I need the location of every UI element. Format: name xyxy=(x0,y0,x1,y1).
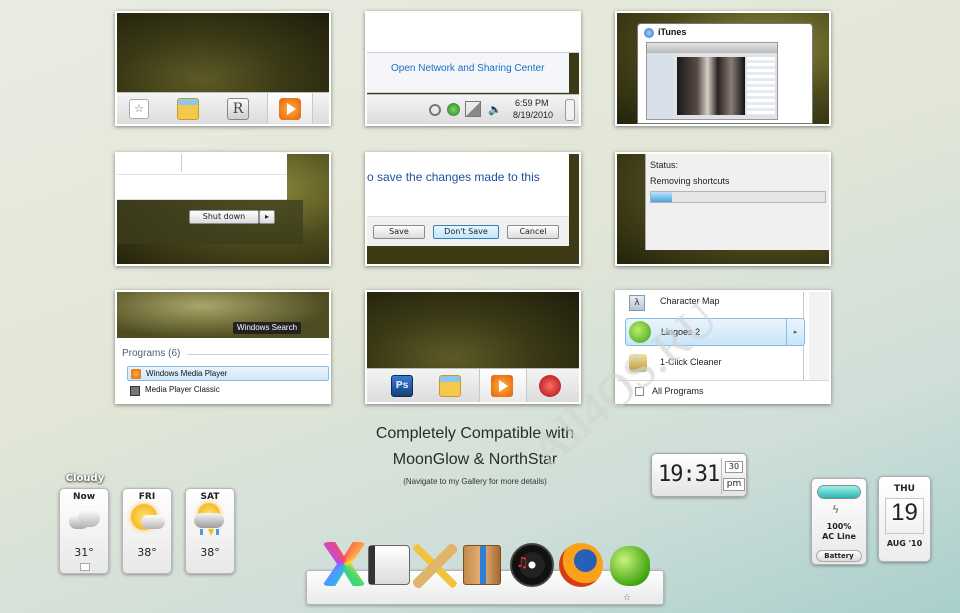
weather-card-sat[interactable]: SAT 38° xyxy=(185,488,235,574)
pencil-ruler-icon[interactable] xyxy=(413,544,457,588)
weather-temp: 38° xyxy=(200,546,220,559)
r-app-icon[interactable]: R xyxy=(227,98,249,120)
dock-star-icon[interactable]: ☆ xyxy=(623,593,631,603)
clock-ampm: pm xyxy=(723,478,745,491)
progress-bar xyxy=(650,191,826,203)
network-sharing-link[interactable]: Open Network and Sharing Center xyxy=(391,63,544,74)
battery-percent: 100% xyxy=(826,522,852,531)
clock-gadget[interactable]: 19:31 30 pm xyxy=(651,453,747,497)
photoshop-icon[interactable]: Ps xyxy=(391,375,413,397)
itunes-preview[interactable] xyxy=(646,42,778,120)
windows-search-label: Windows Search xyxy=(233,322,302,334)
action-center-icon[interactable] xyxy=(429,104,441,116)
weather-card-now[interactable]: Now 31° xyxy=(59,488,109,574)
weather-card-fri[interactable]: FRI 38° xyxy=(122,488,172,574)
thumbnail-shutdown[interactable]: Shut down ▸ xyxy=(115,152,331,266)
package-icon[interactable] xyxy=(463,545,501,585)
clock-time: 19:31 xyxy=(658,462,720,487)
volume-icon[interactable]: 🔈 xyxy=(488,103,502,116)
notebook-icon[interactable] xyxy=(368,545,410,585)
star-icon[interactable]: ☆ xyxy=(129,99,149,119)
thumbnail-start-search[interactable]: Windows Search Programs (6) Windows Medi… xyxy=(115,290,331,404)
thumbnail-itunes[interactable]: iTunes xyxy=(615,11,831,126)
clock-seconds: 30 xyxy=(725,461,743,473)
save-button[interactable]: Save xyxy=(373,225,425,239)
firefox-icon[interactable] xyxy=(559,543,603,587)
thumbnail-save-dialog[interactable]: o save the changes made to this Save Don… xyxy=(365,152,581,266)
weather-day: Now xyxy=(72,492,96,502)
swirl-app-icon[interactable] xyxy=(539,375,561,397)
tray-time[interactable]: 6:59 PM xyxy=(515,98,549,108)
menu-item-character-map[interactable]: λ Character Map xyxy=(625,294,795,312)
jumplist-arrow[interactable]: ▸ xyxy=(786,319,804,345)
weather-temp: 38° xyxy=(137,546,157,559)
status-label: Status: xyxy=(650,160,679,170)
thumbnail-uninstall-progress[interactable]: Status: Removing shortcuts xyxy=(615,152,831,266)
music-disc-icon[interactable]: ♫ xyxy=(510,543,554,587)
shutdown-options-arrow[interactable]: ▸ xyxy=(259,210,275,224)
cloud-icon xyxy=(69,509,101,531)
tray-date[interactable]: 8/19/2010 xyxy=(513,110,553,120)
battery-source: AC Line xyxy=(822,532,856,541)
calendar-gadget[interactable]: THU 19 AUG '10 xyxy=(878,476,931,562)
lightning-icon: ϟ xyxy=(832,503,840,516)
itunes-icon xyxy=(644,28,654,38)
caption-line-3: (Navigate to my Gallery for more details… xyxy=(403,477,547,486)
thumbnail-network-tray[interactable]: Open Network and Sharing Center 🔈 6:59 P… xyxy=(365,11,581,126)
explorer-folder-icon[interactable] xyxy=(439,375,461,397)
cancel-button[interactable]: Cancel xyxy=(507,225,559,239)
battery-meter xyxy=(817,485,861,499)
itunes-window-title: iTunes xyxy=(658,27,687,37)
progress-fill xyxy=(651,192,672,202)
thumbnail-taskbar[interactable]: ☆ R xyxy=(115,11,331,126)
shutdown-button[interactable]: Shut down xyxy=(189,210,259,224)
weather-temp: 31° xyxy=(74,546,94,559)
album-art xyxy=(677,57,745,115)
status-text: Removing shortcuts xyxy=(650,176,730,186)
battery-gadget[interactable]: ϟ 100% AC Line Battery xyxy=(811,478,867,565)
character-map-icon: λ xyxy=(629,295,645,311)
wmp-icon xyxy=(131,369,141,379)
signal-icon[interactable] xyxy=(465,101,481,117)
weather-condition: Cloudy xyxy=(65,473,105,484)
battery-label: Battery xyxy=(816,550,862,562)
folder-icon[interactable] xyxy=(177,98,199,120)
search-result-wmp[interactable]: Windows Media Player xyxy=(127,366,329,381)
media-player-icon[interactable] xyxy=(279,98,301,120)
calendar-day: 19 xyxy=(891,499,918,526)
calendar-weekday: THU xyxy=(894,484,915,494)
weather-day: FRI xyxy=(138,492,156,502)
search-result-mpc[interactable]: Media Player Classic xyxy=(127,384,329,398)
thumbnail-taskbar-2[interactable]: Ps xyxy=(365,290,581,404)
media-player-icon[interactable] xyxy=(491,375,513,397)
search-result-label: Windows Media Player xyxy=(146,369,228,378)
search-result-label: Media Player Classic xyxy=(145,385,220,394)
mpc-icon xyxy=(130,386,140,396)
programs-group-header: Programs (6) xyxy=(122,348,181,359)
weather-day: SAT xyxy=(200,492,220,502)
apple-icon[interactable] xyxy=(610,546,650,586)
show-desktop-button[interactable] xyxy=(565,99,575,121)
calendar-month-year: AUG '10 xyxy=(886,539,923,548)
battery-fill xyxy=(818,486,860,498)
network-globe-icon[interactable] xyxy=(447,103,460,116)
save-prompt-text: o save the changes made to this xyxy=(367,170,540,184)
dont-save-button[interactable]: Don't Save xyxy=(433,225,499,239)
